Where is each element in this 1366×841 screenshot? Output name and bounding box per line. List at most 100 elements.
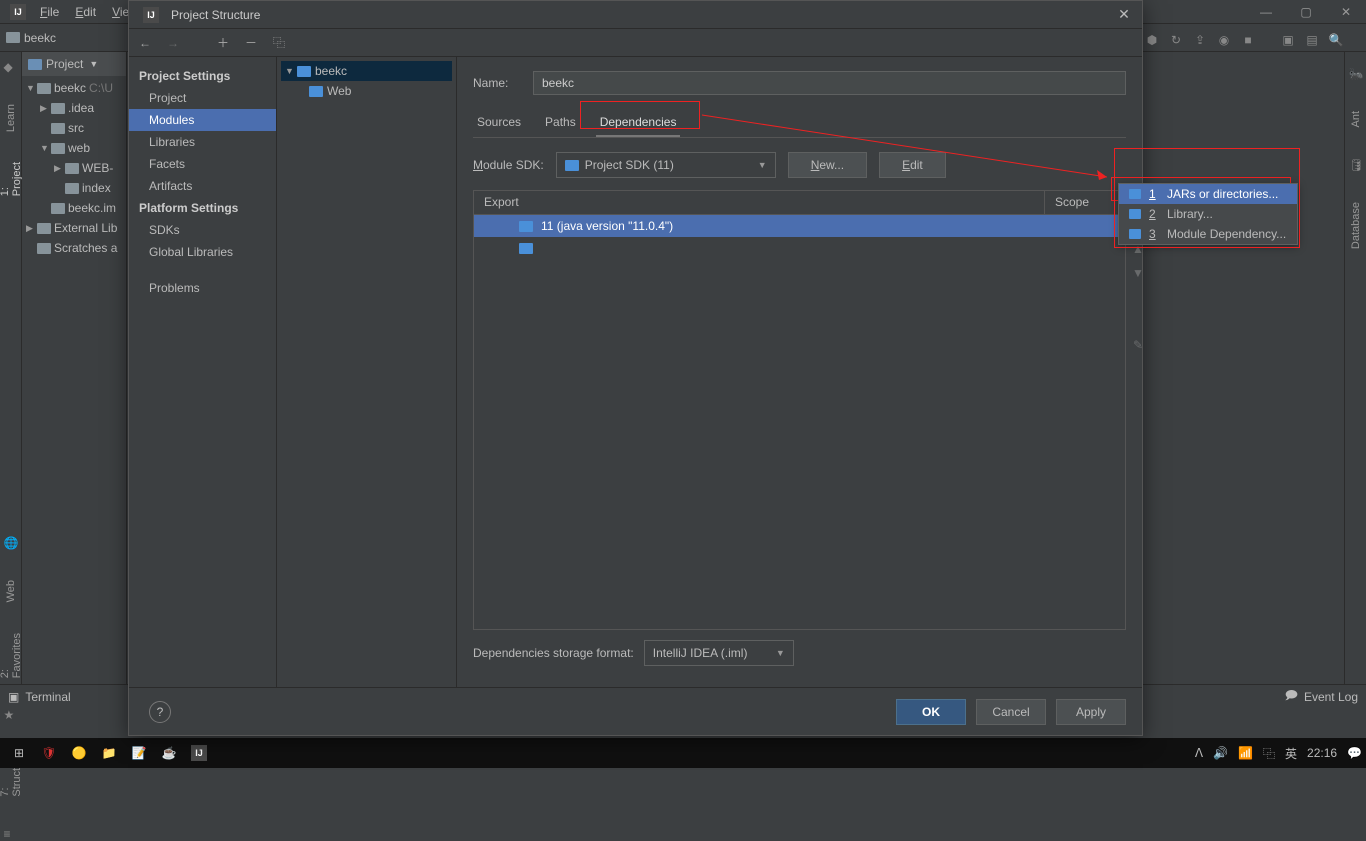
gutter-web[interactable]: Web xyxy=(5,580,17,602)
dialog-close[interactable]: ✕ xyxy=(1114,5,1134,25)
gutter-database[interactable]: Database xyxy=(1350,202,1362,249)
debug-icon[interactable]: ⬢ xyxy=(1144,32,1160,48)
tree-row[interactable]: index xyxy=(22,178,126,198)
popup-item[interactable]: 2Library... xyxy=(1119,204,1297,224)
settings-item-artifacts[interactable]: Artifacts xyxy=(129,175,276,197)
star-icon[interactable]: ★ xyxy=(4,708,18,722)
gutter-ant[interactable]: Ant xyxy=(1350,111,1362,128)
terminal-button[interactable]: Terminal xyxy=(25,690,70,704)
eventlog-icon[interactable]: 🗩 xyxy=(1285,686,1298,707)
settings-item-modules[interactable]: Modules xyxy=(129,109,276,131)
learn-icon[interactable]: ◆ xyxy=(4,60,18,74)
tree-row[interactable]: ▶WEB- xyxy=(22,158,126,178)
taskbar-app[interactable]: 📝 xyxy=(124,739,154,767)
module-sdk-value: Project SDK (11) xyxy=(585,158,674,172)
eventlog-button[interactable]: Event Log xyxy=(1304,690,1358,704)
web-icon[interactable]: 🌐 xyxy=(4,536,18,550)
diff-icon[interactable]: ▤ xyxy=(1304,32,1320,48)
search-icon[interactable]: 🔍 xyxy=(1328,32,1344,48)
move-down-icon[interactable]: ▼ xyxy=(1130,265,1146,281)
help-button[interactable]: ? xyxy=(149,701,171,723)
new-sdk-button[interactable]: New... xyxy=(788,152,867,178)
project-panel-header[interactable]: Project ▼ xyxy=(22,52,126,76)
module-icon xyxy=(309,86,323,97)
tree-row[interactable]: ▶External Lib xyxy=(22,218,126,238)
tab-sources[interactable]: Sources xyxy=(473,109,525,137)
back-icon[interactable]: ← xyxy=(137,35,153,51)
settings-item-project[interactable]: Project xyxy=(129,87,276,109)
add-icon[interactable]: ＋ xyxy=(215,35,231,51)
gutter-project[interactable]: 1: Project xyxy=(0,162,23,196)
profile-icon[interactable]: ⇪ xyxy=(1192,32,1208,48)
tree-row[interactable]: ▶.idea xyxy=(22,98,126,118)
window-close[interactable]: ✕ xyxy=(1326,0,1366,24)
tree-row[interactable]: beekc.im xyxy=(22,198,126,218)
edit-sdk-button[interactable]: Edit xyxy=(879,152,946,178)
terminal-icon[interactable]: ▣ xyxy=(8,690,19,704)
tray-ime[interactable]: 英 xyxy=(1285,745,1297,762)
storage-format-combo[interactable]: IntelliJ IDEA (.iml) ▼ xyxy=(644,640,794,666)
dependency-row[interactable]: 11 (java version "11.0.4") xyxy=(474,215,1125,237)
remove-icon[interactable]: － xyxy=(243,35,259,51)
taskbar-app[interactable]: 📁 xyxy=(94,739,124,767)
dependency-row[interactable] xyxy=(474,237,1125,259)
settings-item-libraries[interactable]: Libraries xyxy=(129,131,276,153)
menu-file[interactable]: File xyxy=(32,3,67,21)
start-button[interactable]: ⊞ xyxy=(4,739,34,767)
tray-sound-icon[interactable]: 🔊 xyxy=(1213,746,1228,760)
apply-button[interactable]: Apply xyxy=(1056,699,1126,725)
copy-icon[interactable]: ⿻ xyxy=(271,35,287,51)
breadcrumb[interactable]: beekc xyxy=(6,31,56,45)
mod-icon xyxy=(1129,229,1141,239)
popup-item[interactable]: 3Module Dependency... xyxy=(1119,224,1297,244)
tray-notifications-icon[interactable]: 💬 xyxy=(1347,746,1362,760)
name-input[interactable] xyxy=(533,71,1126,95)
dialog-title: Project Structure xyxy=(171,8,1114,22)
project-structure-dialog: IJ Project Structure ✕ ← → ＋ － ⿻ Project… xyxy=(128,0,1143,736)
tray-network-icon[interactable]: ⿻ xyxy=(1263,745,1275,762)
structure-icon[interactable]: ≡ xyxy=(4,827,18,841)
coverage-icon[interactable]: ↻ xyxy=(1168,32,1184,48)
ok-button[interactable]: OK xyxy=(896,699,966,725)
folder-icon xyxy=(65,183,79,194)
menu-edit[interactable]: Edit xyxy=(67,3,104,21)
tree-row[interactable]: ▼web xyxy=(22,138,126,158)
tree-row[interactable]: ▼beekc C:\U xyxy=(22,78,126,98)
popup-item[interactable]: 1JARs or directories... xyxy=(1119,184,1297,204)
window-minimize[interactable]: — xyxy=(1246,0,1286,24)
forward-icon[interactable]: → xyxy=(165,35,181,51)
taskbar-app[interactable]: ☕ xyxy=(154,739,184,767)
ant-icon[interactable]: 🐜 xyxy=(1349,67,1363,81)
edit-dependency-icon[interactable]: ✎ xyxy=(1130,337,1146,353)
cancel-button[interactable]: Cancel xyxy=(976,699,1046,725)
chevron-down-icon[interactable]: ▼ xyxy=(89,59,98,69)
settings-item-facets[interactable]: Facets xyxy=(129,153,276,175)
attach-icon[interactable]: ◉ xyxy=(1216,32,1232,48)
taskbar-app[interactable]: 🛡 xyxy=(34,739,64,767)
window-maximize[interactable]: ▢ xyxy=(1286,0,1326,24)
taskbar-app[interactable]: IJ xyxy=(184,739,214,767)
module-row[interactable]: ▼beekc xyxy=(281,61,452,81)
database-icon[interactable]: 🛢 xyxy=(1349,158,1363,172)
gutter-favorites[interactable]: 2: Favorites xyxy=(0,633,23,678)
stop-icon[interactable]: ■ xyxy=(1240,32,1256,48)
gutter-learn[interactable]: Learn xyxy=(5,104,17,132)
module-sdk-combo[interactable]: Project SDK (11) ▼ xyxy=(556,152,776,178)
folder-icon xyxy=(65,163,79,174)
tree-row[interactable]: Scratches a xyxy=(22,238,126,258)
folder-icon xyxy=(37,243,51,254)
tray-up-icon[interactable]: ᐱ xyxy=(1195,746,1203,760)
tree-row[interactable]: src xyxy=(22,118,126,138)
platform-settings-header: Platform Settings xyxy=(129,197,276,219)
folder-icon xyxy=(565,160,579,171)
tab-paths[interactable]: Paths xyxy=(541,109,580,137)
taskbar-app[interactable]: 🟡 xyxy=(64,739,94,767)
vcs-icon[interactable]: ▣ xyxy=(1280,32,1296,48)
tray-wifi-icon[interactable]: 📶 xyxy=(1238,746,1253,760)
folder-icon xyxy=(51,103,65,114)
problems-item[interactable]: Problems xyxy=(129,277,276,299)
settings-item-global-libraries[interactable]: Global Libraries xyxy=(129,241,276,263)
module-row[interactable]: Web xyxy=(281,81,452,101)
settings-item-sdks[interactable]: SDKs xyxy=(129,219,276,241)
module-sdk-label: Module SDK: xyxy=(473,158,544,172)
